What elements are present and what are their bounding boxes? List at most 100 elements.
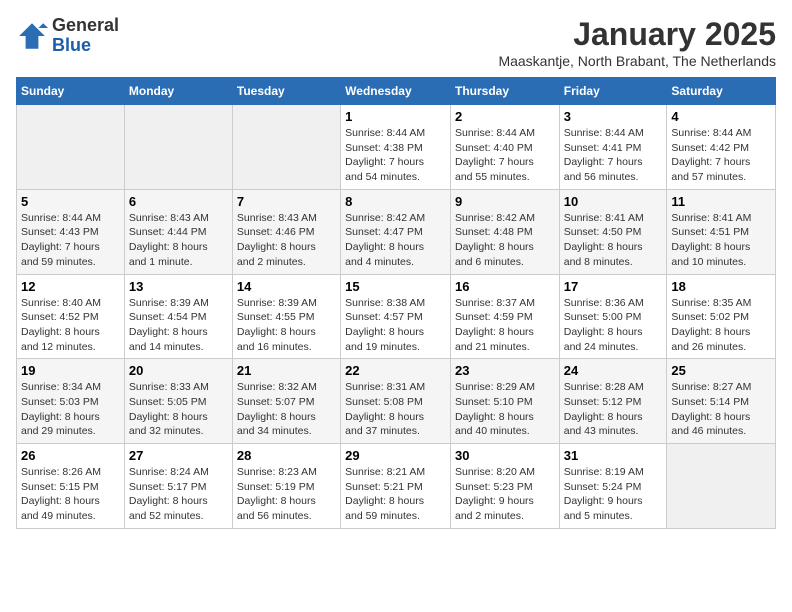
- calendar-day-cell: 27 Sunrise: 8:24 AM Sunset: 5:17 PM Dayli…: [124, 444, 232, 529]
- day-info: Sunrise: 8:33 AM Sunset: 5:05 PM Dayligh…: [129, 380, 228, 439]
- calendar-day-cell: 22 Sunrise: 8:31 AM Sunset: 5:08 PM Dayli…: [341, 359, 451, 444]
- day-info: Sunrise: 8:27 AM Sunset: 5:14 PM Dayligh…: [671, 380, 771, 439]
- day-number: 5: [21, 194, 120, 209]
- day-number: 17: [564, 279, 663, 294]
- day-info: Sunrise: 8:19 AM Sunset: 5:24 PM Dayligh…: [564, 465, 663, 524]
- calendar-day-cell: [17, 105, 125, 190]
- calendar-day-cell: 29 Sunrise: 8:21 AM Sunset: 5:21 PM Dayli…: [341, 444, 451, 529]
- day-info: Sunrise: 8:44 AM Sunset: 4:43 PM Dayligh…: [21, 211, 120, 270]
- day-number: 15: [345, 279, 446, 294]
- calendar-day-cell: 25 Sunrise: 8:27 AM Sunset: 5:14 PM Dayli…: [667, 359, 776, 444]
- day-number: 30: [455, 448, 555, 463]
- calendar-day-cell: 3 Sunrise: 8:44 AM Sunset: 4:41 PM Daylig…: [559, 105, 667, 190]
- calendar-day-cell: 10 Sunrise: 8:41 AM Sunset: 4:50 PM Dayli…: [559, 189, 667, 274]
- calendar-week-row: 19 Sunrise: 8:34 AM Sunset: 5:03 PM Dayli…: [17, 359, 776, 444]
- page-header: General Blue January 2025 Maaskantje, No…: [16, 16, 776, 69]
- day-number: 29: [345, 448, 446, 463]
- calendar-day-cell: 26Sunrise: 8:26 AM Sunset: 5:15 PM Dayli…: [17, 444, 125, 529]
- day-number: 3: [564, 109, 663, 124]
- day-info: Sunrise: 8:42 AM Sunset: 4:48 PM Dayligh…: [455, 211, 555, 270]
- calendar-day-cell: 1 Sunrise: 8:44 AM Sunset: 4:38 PM Daylig…: [341, 105, 451, 190]
- weekday-header: Tuesday: [232, 78, 340, 105]
- weekday-header: Sunday: [17, 78, 125, 105]
- day-number: 20: [129, 363, 228, 378]
- day-number: 9: [455, 194, 555, 209]
- day-number: 19: [21, 363, 120, 378]
- calendar-day-cell: 28Sunrise: 8:23 AM Sunset: 5:19 PM Dayli…: [232, 444, 340, 529]
- calendar-day-cell: [232, 105, 340, 190]
- day-number: 23: [455, 363, 555, 378]
- day-info: Sunrise: 8:28 AM Sunset: 5:12 PM Dayligh…: [564, 380, 663, 439]
- weekday-header: Friday: [559, 78, 667, 105]
- day-number: 22: [345, 363, 446, 378]
- day-info: Sunrise: 8:42 AM Sunset: 4:47 PM Dayligh…: [345, 211, 446, 270]
- day-number: 7: [237, 194, 336, 209]
- day-number: 27: [129, 448, 228, 463]
- day-info: Sunrise: 8:43 AM Sunset: 4:44 PM Dayligh…: [129, 211, 228, 270]
- day-info: Sunrise: 8:26 AM Sunset: 5:15 PM Dayligh…: [21, 465, 120, 524]
- calendar-day-cell: 31 Sunrise: 8:19 AM Sunset: 5:24 PM Dayli…: [559, 444, 667, 529]
- calendar-day-cell: 13 Sunrise: 8:39 AM Sunset: 4:54 PM Dayli…: [124, 274, 232, 359]
- logo-icon: [16, 20, 48, 52]
- calendar-day-cell: 5 Sunrise: 8:44 AM Sunset: 4:43 PM Daylig…: [17, 189, 125, 274]
- day-info: Sunrise: 8:44 AM Sunset: 4:38 PM Dayligh…: [345, 126, 446, 185]
- day-info: Sunrise: 8:39 AM Sunset: 4:54 PM Dayligh…: [129, 296, 228, 355]
- day-info: Sunrise: 8:24 AM Sunset: 5:17 PM Dayligh…: [129, 465, 228, 524]
- day-number: 4: [671, 109, 771, 124]
- calendar-day-cell: 12Sunrise: 8:40 AM Sunset: 4:52 PM Dayli…: [17, 274, 125, 359]
- calendar-day-cell: 9 Sunrise: 8:42 AM Sunset: 4:48 PM Daylig…: [450, 189, 559, 274]
- calendar-day-cell: 16Sunrise: 8:37 AM Sunset: 4:59 PM Dayli…: [450, 274, 559, 359]
- day-info: Sunrise: 8:34 AM Sunset: 5:03 PM Dayligh…: [21, 380, 120, 439]
- day-number: 25: [671, 363, 771, 378]
- calendar-week-row: 26Sunrise: 8:26 AM Sunset: 5:15 PM Dayli…: [17, 444, 776, 529]
- calendar-title: January 2025: [498, 16, 776, 53]
- day-number: 1: [345, 109, 446, 124]
- calendar-day-cell: 24 Sunrise: 8:28 AM Sunset: 5:12 PM Dayli…: [559, 359, 667, 444]
- calendar-day-cell: 20 Sunrise: 8:33 AM Sunset: 5:05 PM Dayli…: [124, 359, 232, 444]
- day-info: Sunrise: 8:41 AM Sunset: 4:50 PM Dayligh…: [564, 211, 663, 270]
- day-number: 12: [21, 279, 120, 294]
- day-info: Sunrise: 8:38 AM Sunset: 4:57 PM Dayligh…: [345, 296, 446, 355]
- day-number: 6: [129, 194, 228, 209]
- day-number: 13: [129, 279, 228, 294]
- calendar-day-cell: [667, 444, 776, 529]
- calendar-day-cell: 11 Sunrise: 8:41 AM Sunset: 4:51 PM Dayli…: [667, 189, 776, 274]
- day-info: Sunrise: 8:44 AM Sunset: 4:41 PM Dayligh…: [564, 126, 663, 185]
- day-info: Sunrise: 8:41 AM Sunset: 4:51 PM Dayligh…: [671, 211, 771, 270]
- day-number: 14: [237, 279, 336, 294]
- calendar-week-row: 5 Sunrise: 8:44 AM Sunset: 4:43 PM Daylig…: [17, 189, 776, 274]
- title-block: January 2025 Maaskantje, North Brabant, …: [498, 16, 776, 69]
- day-info: Sunrise: 8:21 AM Sunset: 5:21 PM Dayligh…: [345, 465, 446, 524]
- calendar-header-row: SundayMondayTuesdayWednesdayThursdayFrid…: [17, 78, 776, 105]
- calendar-table: SundayMondayTuesdayWednesdayThursdayFrid…: [16, 77, 776, 529]
- calendar-day-cell: 15 Sunrise: 8:38 AM Sunset: 4:57 PM Dayli…: [341, 274, 451, 359]
- day-number: 2: [455, 109, 555, 124]
- day-number: 16: [455, 279, 555, 294]
- day-info: Sunrise: 8:20 AM Sunset: 5:23 PM Dayligh…: [455, 465, 555, 524]
- day-number: 10: [564, 194, 663, 209]
- calendar-day-cell: 17 Sunrise: 8:36 AM Sunset: 5:00 PM Dayli…: [559, 274, 667, 359]
- calendar-day-cell: 30 Sunrise: 8:20 AM Sunset: 5:23 PM Dayli…: [450, 444, 559, 529]
- day-info: Sunrise: 8:36 AM Sunset: 5:00 PM Dayligh…: [564, 296, 663, 355]
- calendar-day-cell: 19 Sunrise: 8:34 AM Sunset: 5:03 PM Dayli…: [17, 359, 125, 444]
- day-number: 18: [671, 279, 771, 294]
- calendar-week-row: 12Sunrise: 8:40 AM Sunset: 4:52 PM Dayli…: [17, 274, 776, 359]
- calendar-week-row: 1 Sunrise: 8:44 AM Sunset: 4:38 PM Daylig…: [17, 105, 776, 190]
- day-info: Sunrise: 8:35 AM Sunset: 5:02 PM Dayligh…: [671, 296, 771, 355]
- day-info: Sunrise: 8:31 AM Sunset: 5:08 PM Dayligh…: [345, 380, 446, 439]
- calendar-day-cell: 21 Sunrise: 8:32 AM Sunset: 5:07 PM Dayli…: [232, 359, 340, 444]
- day-number: 21: [237, 363, 336, 378]
- day-info: Sunrise: 8:39 AM Sunset: 4:55 PM Dayligh…: [237, 296, 336, 355]
- calendar-day-cell: 6 Sunrise: 8:43 AM Sunset: 4:44 PM Daylig…: [124, 189, 232, 274]
- logo-blue-text: Blue: [52, 35, 91, 55]
- day-number: 28: [237, 448, 336, 463]
- logo: General Blue: [16, 16, 119, 56]
- day-number: 11: [671, 194, 771, 209]
- logo-general-text: General: [52, 15, 119, 35]
- weekday-header: Saturday: [667, 78, 776, 105]
- calendar-day-cell: 23 Sunrise: 8:29 AM Sunset: 5:10 PM Dayli…: [450, 359, 559, 444]
- day-info: Sunrise: 8:29 AM Sunset: 5:10 PM Dayligh…: [455, 380, 555, 439]
- day-number: 24: [564, 363, 663, 378]
- day-number: 31: [564, 448, 663, 463]
- day-info: Sunrise: 8:32 AM Sunset: 5:07 PM Dayligh…: [237, 380, 336, 439]
